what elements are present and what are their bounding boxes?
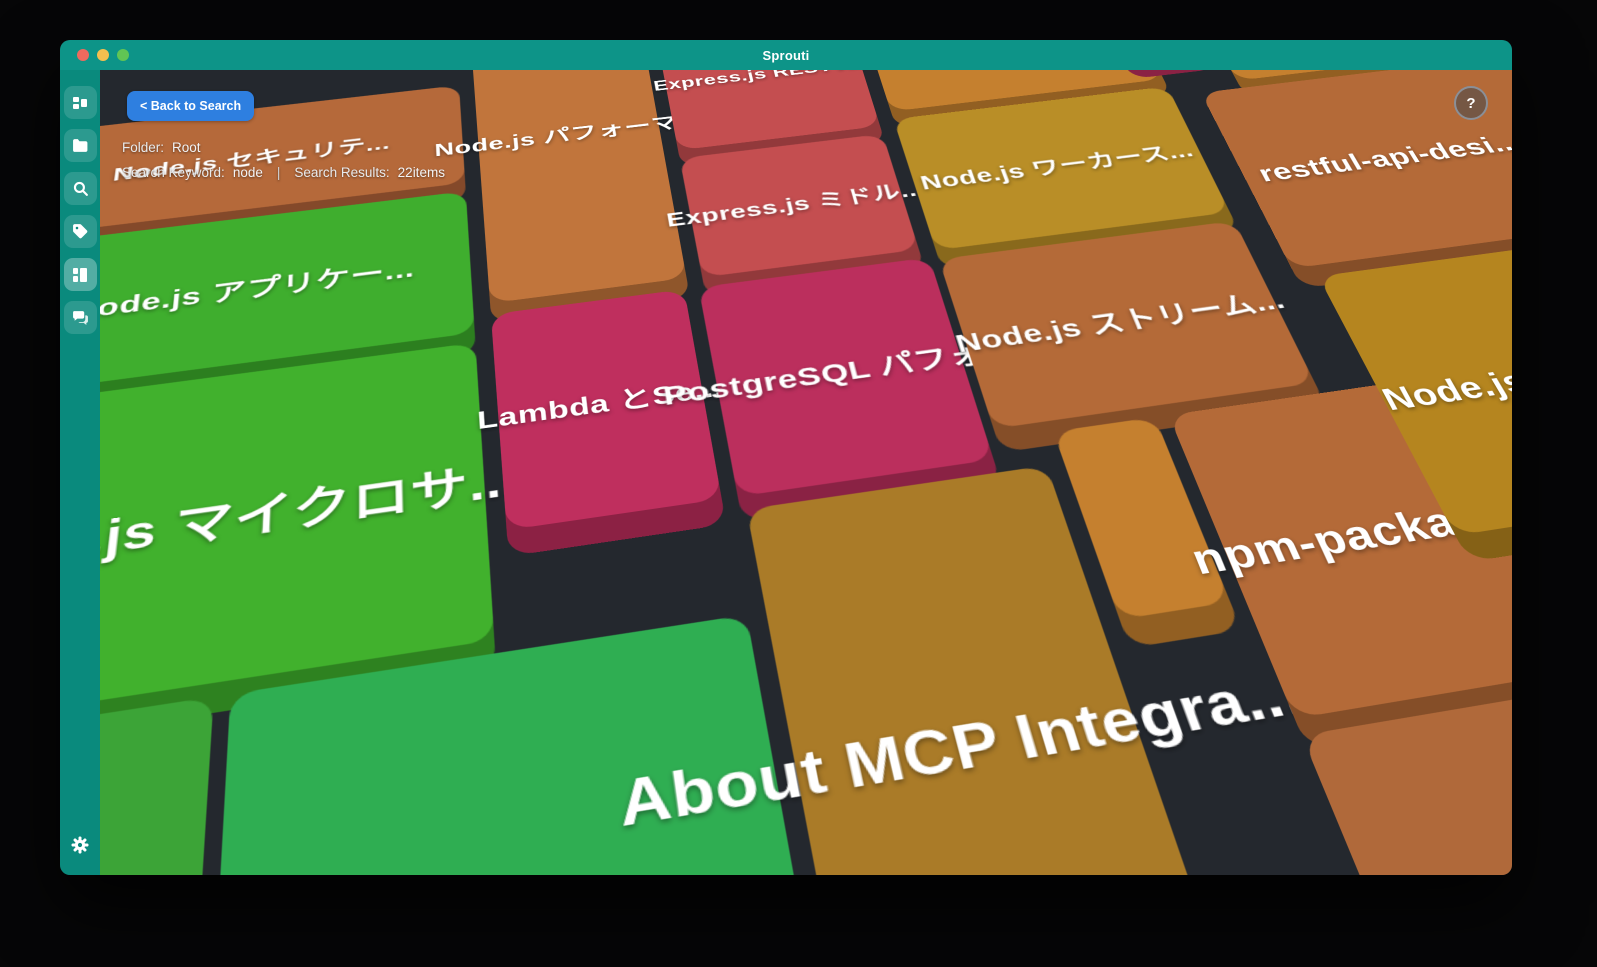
help-button[interactable]: ? xyxy=(1454,86,1488,120)
treemap-tile[interactable] xyxy=(100,696,214,875)
treemap-plane: Node.js セキュリテ... Node.js アプリケー... Node.js … xyxy=(100,70,1512,875)
tile-label: Node.js ストリーム... xyxy=(952,286,1290,359)
treemap-tile[interactable]: Node.js ワーカース... xyxy=(893,86,1230,251)
sidebar xyxy=(60,70,100,875)
settings-gear-icon[interactable] xyxy=(64,828,97,861)
zoom-button[interactable] xyxy=(117,49,129,61)
treemap-3d-scene: Node.js セキュリテ... Node.js アプリケー... Node.js … xyxy=(100,70,1512,875)
tile-label: Node.js テスト自動... xyxy=(1375,331,1512,418)
titlebar: Sprouti xyxy=(60,40,1512,70)
close-button[interactable] xyxy=(77,49,89,61)
folder-icon[interactable] xyxy=(63,129,97,162)
treemap-tile[interactable]: Node.js ストリーム... xyxy=(938,220,1315,429)
search-icon[interactable] xyxy=(63,172,97,205)
treemap-icon[interactable] xyxy=(63,258,97,291)
tile-label: Node.js パフォーマ... xyxy=(433,109,704,161)
treemap-tile[interactable]: Express.js ミドル... xyxy=(665,133,927,278)
tag-icon[interactable] xyxy=(63,215,97,248)
tile-label: Express.js REST A... xyxy=(652,70,875,95)
tile-label: Express.js ミドル... xyxy=(664,177,928,231)
dashboard-icon[interactable] xyxy=(63,86,97,119)
window-title: Sprouti xyxy=(762,47,810,63)
treemap-view: Node.js セキュリテ... Node.js アプリケー... Node.js … xyxy=(100,70,1512,875)
minimize-button[interactable] xyxy=(97,49,109,61)
tile-label: Node.js アプリケー... xyxy=(100,256,415,326)
traffic-lights xyxy=(77,49,129,61)
tile-label: Node.js ワーカース... xyxy=(917,139,1197,194)
tile-label: Node.js セキュリテ... xyxy=(111,132,391,185)
chat-icon[interactable] xyxy=(63,301,97,334)
tile-label: restful-api-desi....md xyxy=(1253,122,1512,187)
treemap-tile[interactable]: Node.js パフォーマ... xyxy=(434,70,703,304)
tile-label: Node.js マイクロサ... xyxy=(100,454,521,589)
back-to-search-button[interactable]: < Back to Search xyxy=(127,91,255,121)
app-window: Sprouti Node.js セキュリテ... Node.js アプリケー..… xyxy=(60,40,1512,875)
